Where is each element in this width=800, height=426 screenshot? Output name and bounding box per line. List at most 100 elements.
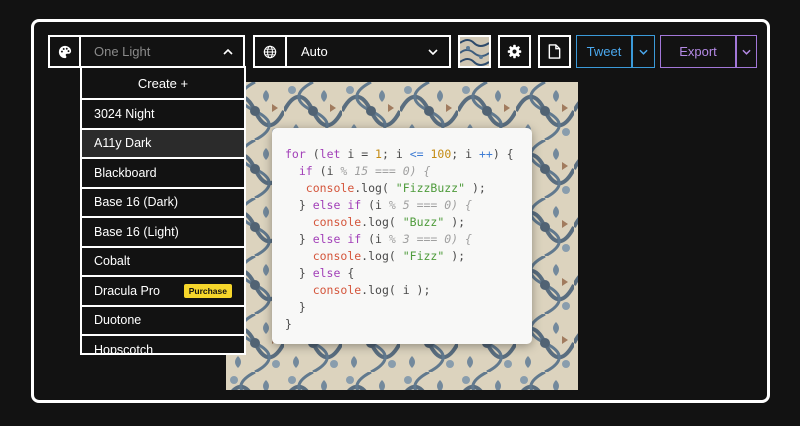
export-button[interactable]: Export xyxy=(660,35,736,68)
theme-menu-item-label: A11y Dark xyxy=(94,136,152,151)
code-token: % 5 === 0) { xyxy=(388,198,472,212)
code-token: % 3 === 0) { xyxy=(388,232,472,246)
code-token: .log( xyxy=(361,249,403,263)
code-token: ; i xyxy=(381,147,410,161)
theme-menu-item-label: Base 16 (Dark) xyxy=(94,195,179,210)
code-line: console.log( i ); xyxy=(285,282,514,299)
theme-menu-item-label: Blackboard xyxy=(94,165,157,180)
background-image-button[interactable] xyxy=(458,35,491,68)
code-token: ); xyxy=(465,181,486,195)
code-token: i = xyxy=(340,147,376,161)
code-line: for (let i = 1; i <= 100; i ++) { xyxy=(285,146,514,163)
code-token: .log( xyxy=(361,215,403,229)
theme-menu-item-label: Dracula Pro xyxy=(94,283,160,298)
theme-menu-item[interactable]: Dracula Pro Purchase xyxy=(82,277,244,307)
language-select-value: Auto xyxy=(301,44,328,59)
chevron-down-icon xyxy=(639,49,648,55)
theme-menu-item-label: 3024 Night xyxy=(94,106,155,121)
code-token: console xyxy=(305,181,355,195)
code-window[interactable]: for (let i = 1; i <= 100; i ++) { if (i … xyxy=(272,128,532,344)
globe-icon xyxy=(263,45,277,58)
code-token: 100 xyxy=(430,147,452,161)
purchase-badge[interactable]: Purchase xyxy=(183,283,232,298)
chevron-down-icon xyxy=(428,37,438,66)
code-token: (i xyxy=(361,232,389,246)
copy-button[interactable] xyxy=(538,35,571,68)
background-thumbnail xyxy=(460,37,489,66)
language-select[interactable]: Auto xyxy=(285,35,451,68)
language-icon-button[interactable] xyxy=(253,35,287,68)
code-token: else if xyxy=(312,232,362,246)
code-token: ; i xyxy=(451,147,479,161)
theme-menu-item[interactable]: Base 16 (Dark) xyxy=(82,189,244,218)
code-token: } xyxy=(285,300,306,314)
theme-menu-item[interactable]: A11y Dark xyxy=(82,129,244,159)
tweet-label: Tweet xyxy=(586,44,622,59)
theme-menu: Create + 3024 Night A11y Dark Blackboard Ba… xyxy=(80,66,246,355)
settings-button[interactable] xyxy=(498,35,531,68)
theme-menu-item-label: Duotone xyxy=(94,313,142,328)
code-token: } xyxy=(285,232,313,246)
code-block[interactable]: for (let i = 1; i <= 100; i ++) { if (i … xyxy=(285,146,514,333)
theme-select[interactable]: One Light xyxy=(79,35,245,68)
create-theme-button[interactable]: Create + xyxy=(82,68,244,100)
code-token: ) { xyxy=(492,147,514,161)
theme-menu-item[interactable]: Base 16 (Light) xyxy=(82,218,244,248)
palette-icon xyxy=(58,45,71,58)
code-line: } xyxy=(285,299,514,316)
code-token: (i xyxy=(361,198,389,212)
code-token: console xyxy=(312,215,362,229)
code-token: let xyxy=(319,147,341,161)
theme-menu-item[interactable]: Hopscotch xyxy=(82,336,244,355)
code-token: .log( xyxy=(354,181,396,195)
code-token: } xyxy=(285,266,313,280)
export-label: Export xyxy=(679,44,717,59)
code-token: .log( i ); xyxy=(361,283,431,297)
export-options-button[interactable] xyxy=(736,35,757,68)
code-token: % 15 === 0) { xyxy=(340,164,431,178)
tweet-button[interactable]: Tweet xyxy=(576,35,632,68)
code-line: console.log( "FizzBuzz" ); xyxy=(285,180,514,197)
code-line: } xyxy=(285,316,514,333)
theme-menu-item[interactable]: Duotone xyxy=(82,307,244,336)
theme-menu-item-label: Base 16 (Light) xyxy=(94,224,179,239)
code-token: console xyxy=(312,249,362,263)
theme-icon-button[interactable] xyxy=(48,35,81,68)
tweet-options-button[interactable] xyxy=(632,35,655,68)
chevron-up-icon xyxy=(223,37,233,66)
code-line: console.log( "Buzz" ); xyxy=(285,214,514,231)
code-token: ++ xyxy=(478,147,493,161)
code-token: } xyxy=(285,198,313,212)
code-token: else xyxy=(312,266,341,280)
code-token: { xyxy=(340,266,355,280)
code-token: 1 xyxy=(375,147,382,161)
theme-menu-item[interactable]: 3024 Night xyxy=(82,100,244,130)
code-line: } else if (i % 5 === 0) { xyxy=(285,197,514,214)
code-token: <= xyxy=(409,147,424,161)
theme-menu-item[interactable]: Cobalt xyxy=(82,248,244,277)
code-token: "FizzBuzz" xyxy=(395,181,466,195)
code-token: ( xyxy=(305,147,320,161)
gear-icon xyxy=(507,44,522,59)
code-token: ); xyxy=(444,215,466,229)
theme-menu-item[interactable]: Blackboard xyxy=(82,159,244,189)
code-token: (i xyxy=(312,164,341,178)
code-token: ); xyxy=(444,249,466,263)
code-token: else if xyxy=(312,198,362,212)
code-line: } else { xyxy=(285,265,514,282)
code-line: } else if (i % 3 === 0) { xyxy=(285,231,514,248)
chevron-down-icon xyxy=(742,49,751,55)
code-token: for xyxy=(285,147,306,161)
theme-menu-item-label: Hopscotch xyxy=(94,342,154,355)
code-token: "Buzz" xyxy=(402,215,445,229)
code-line: console.log( "Fizz" ); xyxy=(285,248,514,265)
code-line: if (i % 15 === 0) { xyxy=(285,163,514,180)
document-icon xyxy=(548,44,561,59)
theme-select-value: One Light xyxy=(94,44,151,59)
code-token: console xyxy=(312,283,362,297)
